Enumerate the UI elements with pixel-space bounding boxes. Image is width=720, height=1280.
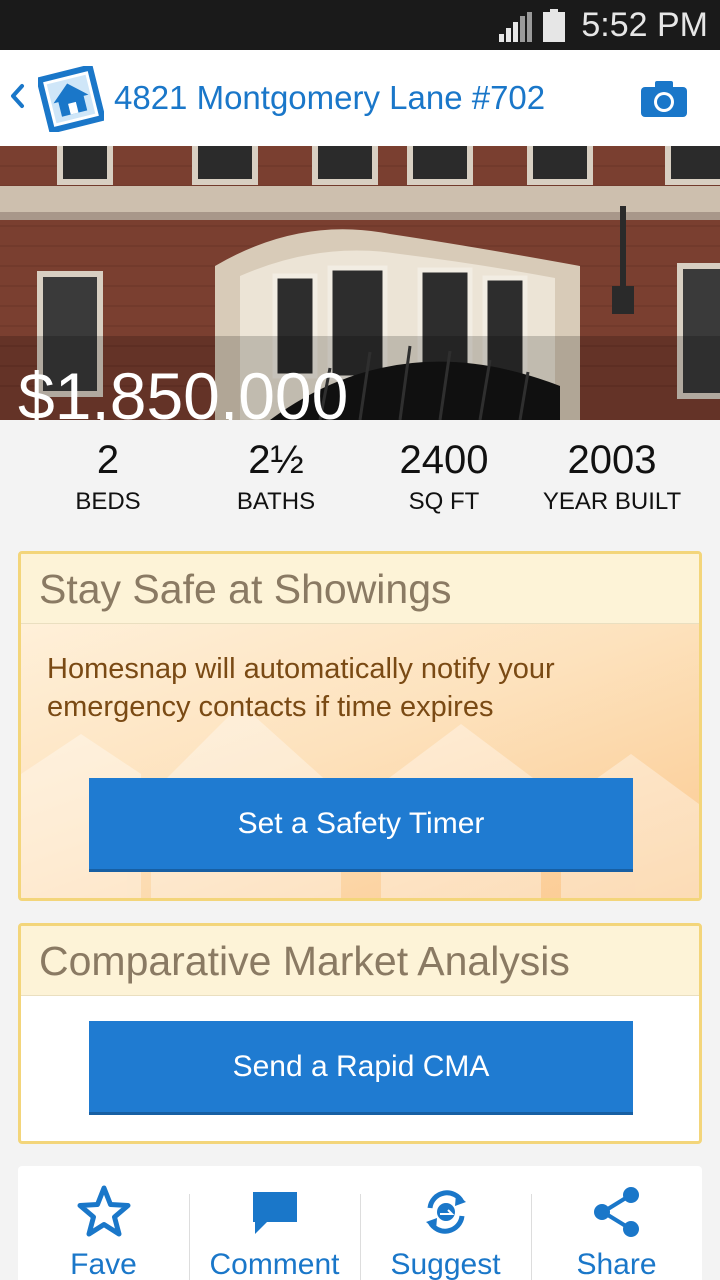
share-label: Share [576, 1248, 657, 1280]
property-stats: 2 BEDS 2½ BATHS 2400 SQ FT 2003 YEAR BUI… [0, 420, 720, 530]
app-bar: 4821 Montgomery Lane #702 [0, 50, 720, 146]
stat-label: BEDS [75, 488, 141, 515]
suggest-icon [426, 1190, 466, 1234]
stat-label: YEAR BUILT [542, 488, 682, 515]
stat-sqft: 2400 SQ FT [354, 436, 534, 518]
camera-icon[interactable] [640, 80, 688, 118]
comment-action[interactable]: Comment [189, 1166, 360, 1280]
safety-card-body: Homesnap will automatically notify your … [21, 624, 699, 898]
comment-icon [253, 1192, 297, 1234]
action-bar: Fave Comment Suggest Share [18, 1166, 702, 1280]
stat-value: 2400 [399, 438, 489, 482]
share-action[interactable]: Share [531, 1166, 702, 1280]
stat-value: 2½ [248, 438, 304, 482]
stat-year-built: 2003 YEAR BUILT [522, 436, 702, 518]
set-safety-timer-button[interactable]: Set a Safety Timer [89, 778, 633, 872]
cma-card: Comparative Market Analysis Send a Rapid… [18, 923, 702, 1144]
suggest-action[interactable]: Suggest [360, 1166, 531, 1280]
safety-card-title: Stay Safe at Showings [21, 554, 699, 624]
listing-price: $1,850,000 [18, 359, 349, 420]
battery-icon [543, 9, 565, 42]
fave-label: Fave [70, 1248, 137, 1280]
send-rapid-cma-button[interactable]: Send a Rapid CMA [89, 1021, 633, 1115]
share-icon [594, 1187, 639, 1237]
fave-action[interactable]: Fave [18, 1166, 189, 1280]
status-bar: 5:52 PM [0, 0, 720, 50]
status-time: 5:52 PM [581, 6, 708, 44]
stat-value: 2003 [567, 438, 657, 482]
suggest-label: Suggest [390, 1248, 501, 1280]
listing-photo[interactable]: $1,850,000 [0, 146, 720, 420]
safety-card: Stay Safe at Showings Homesnap will auto… [18, 551, 702, 901]
listing-address-title: 4821 Montgomery Lane #702 [114, 79, 546, 116]
safety-message: Homesnap will automatically notify your … [47, 653, 555, 723]
signal-icon [499, 12, 532, 42]
back-chevron-icon[interactable] [6, 78, 28, 114]
comment-label: Comment [209, 1248, 340, 1280]
homesnap-logo-icon[interactable] [38, 66, 104, 132]
cma-card-title: Comparative Market Analysis [21, 926, 699, 996]
stat-value: 2 [96, 438, 120, 482]
stat-label: BATHS [236, 488, 316, 515]
stat-label: SQ FT [408, 488, 480, 515]
stat-baths: 2½ BATHS [186, 436, 366, 518]
star-icon [77, 1185, 131, 1237]
stat-beds: 2 BEDS [18, 436, 198, 518]
